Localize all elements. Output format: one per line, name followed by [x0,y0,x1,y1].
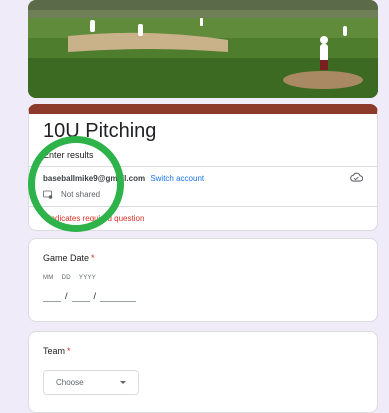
day-input[interactable] [71,289,90,302]
day-label: DD [61,275,71,281]
date-input-group: / / [43,289,137,302]
required-asterisk: * [67,346,71,356]
header-banner-image [28,0,378,98]
form-page: 10U Pitching Enter results baseballmike9… [0,0,389,413]
question-team: Team * Choose [28,331,378,413]
month-label: MM [43,275,54,281]
cloud-icon[interactable] [349,172,363,182]
required-asterisk: * [91,253,95,263]
question-title: Game Date * [43,253,95,263]
switch-account-link[interactable]: Switch account [150,174,204,183]
caret-down-icon [120,381,126,384]
month-input[interactable] [43,289,61,302]
highlight-circle [28,136,124,232]
year-label: YYYY [78,275,97,281]
question-game-date: Game Date * MM DD YYYY / / [28,238,378,322]
question-title: Team * [43,346,71,356]
dropdown-selected-value: Choose [56,378,84,387]
year-input[interactable] [100,289,137,302]
date-separator: / [65,291,68,301]
date-separator: / [93,291,97,301]
date-placeholder-labels: MM DD YYYY [43,275,96,281]
team-dropdown[interactable]: Choose [43,370,139,395]
